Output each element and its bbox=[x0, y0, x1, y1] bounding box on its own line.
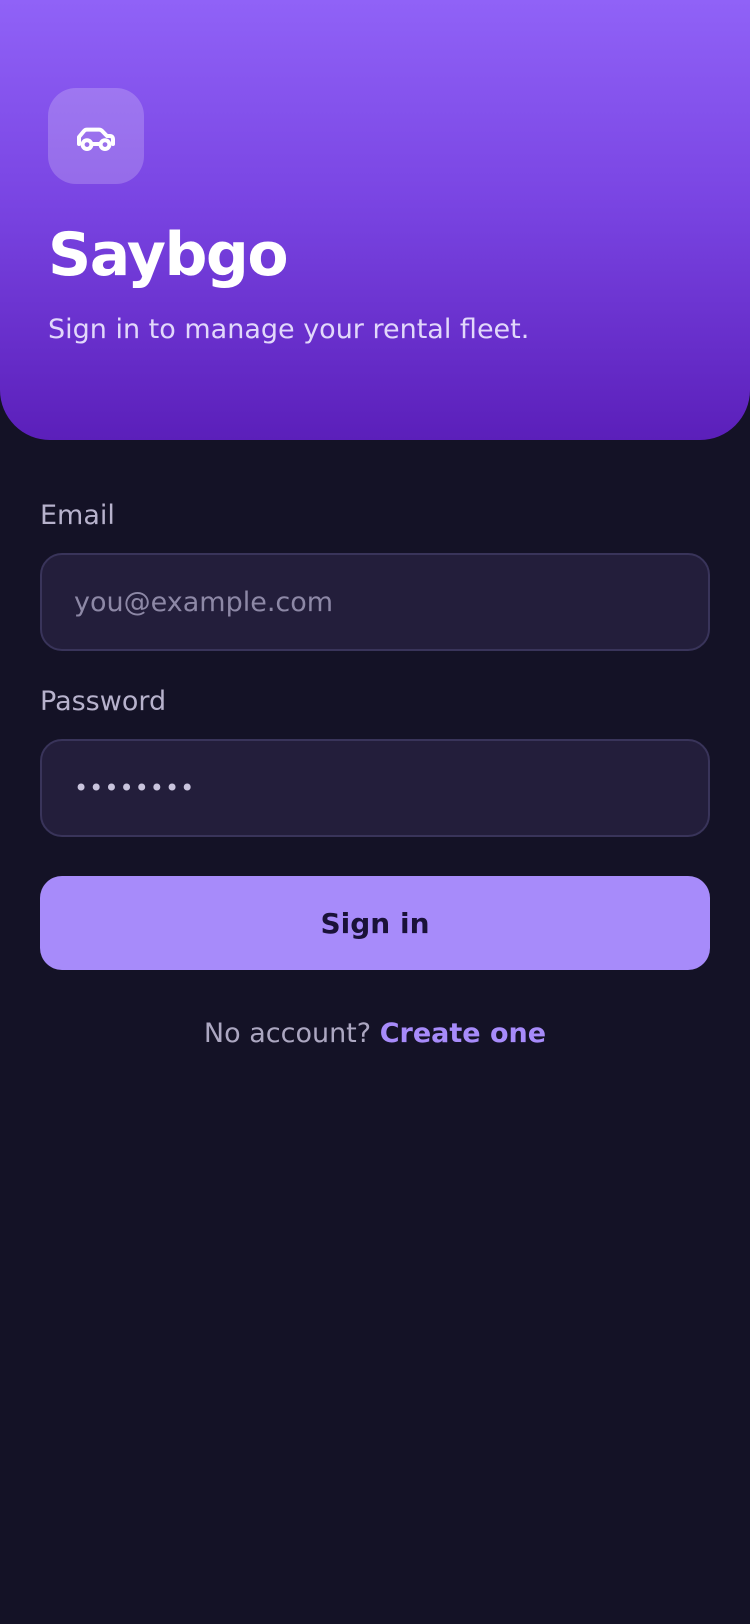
create-account-link[interactable]: Create one bbox=[380, 1018, 546, 1049]
car-icon bbox=[77, 127, 115, 151]
create-account-prompt: No account? Create one bbox=[0, 1018, 750, 1050]
no-account-text: No account? bbox=[203, 1018, 372, 1049]
app-title: Saybgo bbox=[48, 220, 289, 290]
hero-header: Saybgo Sign in to manage your rental fle… bbox=[0, 0, 750, 440]
password-field[interactable] bbox=[40, 739, 710, 837]
password-label: Password bbox=[40, 686, 167, 717]
email-field[interactable] bbox=[40, 553, 710, 651]
sign-in-button[interactable]: Sign in bbox=[40, 876, 710, 970]
email-label: Email bbox=[40, 500, 115, 531]
app-logo bbox=[48, 88, 144, 184]
app-subtitle: Sign in to manage your rental fleet. bbox=[48, 314, 530, 345]
